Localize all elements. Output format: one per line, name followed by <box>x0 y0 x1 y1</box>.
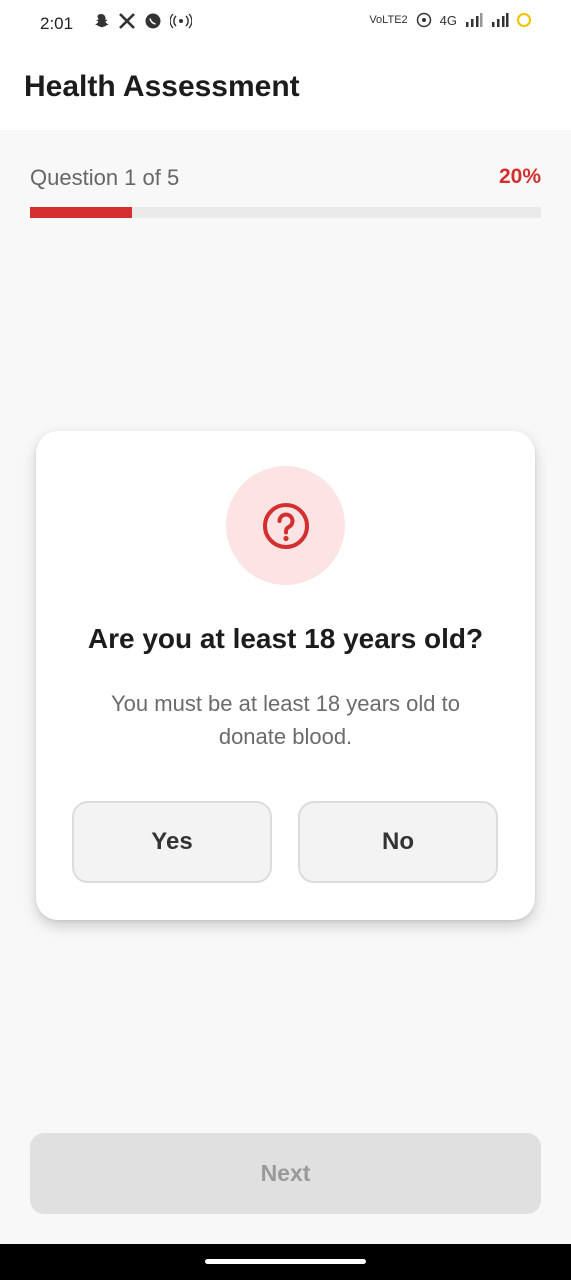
question-description: You must be at least 18 years old to don… <box>111 691 460 749</box>
question-card: Are you at least 18 years old? You must … <box>36 431 535 920</box>
volte-badge: VoLTE2 <box>369 14 408 26</box>
signal-icon-1 <box>466 13 483 27</box>
status-time: 2:01 <box>40 14 74 33</box>
wifi-calling-icon <box>416 12 431 28</box>
question-icon-badge <box>226 466 345 585</box>
signal-icon-2 <box>492 13 509 27</box>
status-right-icons: VoLTE2 4G <box>369 12 531 28</box>
battery-ring-icon <box>517 13 531 27</box>
question-title: Are you at least 18 years old? <box>87 623 484 654</box>
next-button[interactable]: Next <box>30 1133 541 1214</box>
snapchat-icon <box>95 14 109 28</box>
progress-bar <box>30 207 541 218</box>
chat-icon <box>145 13 161 29</box>
page-title: Health Assessment <box>24 70 300 103</box>
home-gesture-handle[interactable] <box>205 1259 366 1264</box>
navigation-bar <box>0 1244 571 1280</box>
network-type: 4G <box>439 12 457 28</box>
progress-percent: 20% <box>498 165 541 188</box>
no-button[interactable]: No <box>298 801 498 883</box>
progress-bar-fill <box>30 207 133 218</box>
question-counter: Question 1 of 5 <box>30 165 180 190</box>
app-bar: Health Assessment <box>0 50 571 130</box>
status-left-icons <box>92 12 192 30</box>
yes-button[interactable]: Yes <box>72 801 272 883</box>
x-icon <box>119 13 135 29</box>
hotspot-icon <box>170 13 192 29</box>
question-circle-icon <box>262 502 309 549</box>
status-bar: 2:01 VoLTE2 4G <box>0 0 571 50</box>
progress-header: Question 1 of 5 20% <box>30 163 541 193</box>
